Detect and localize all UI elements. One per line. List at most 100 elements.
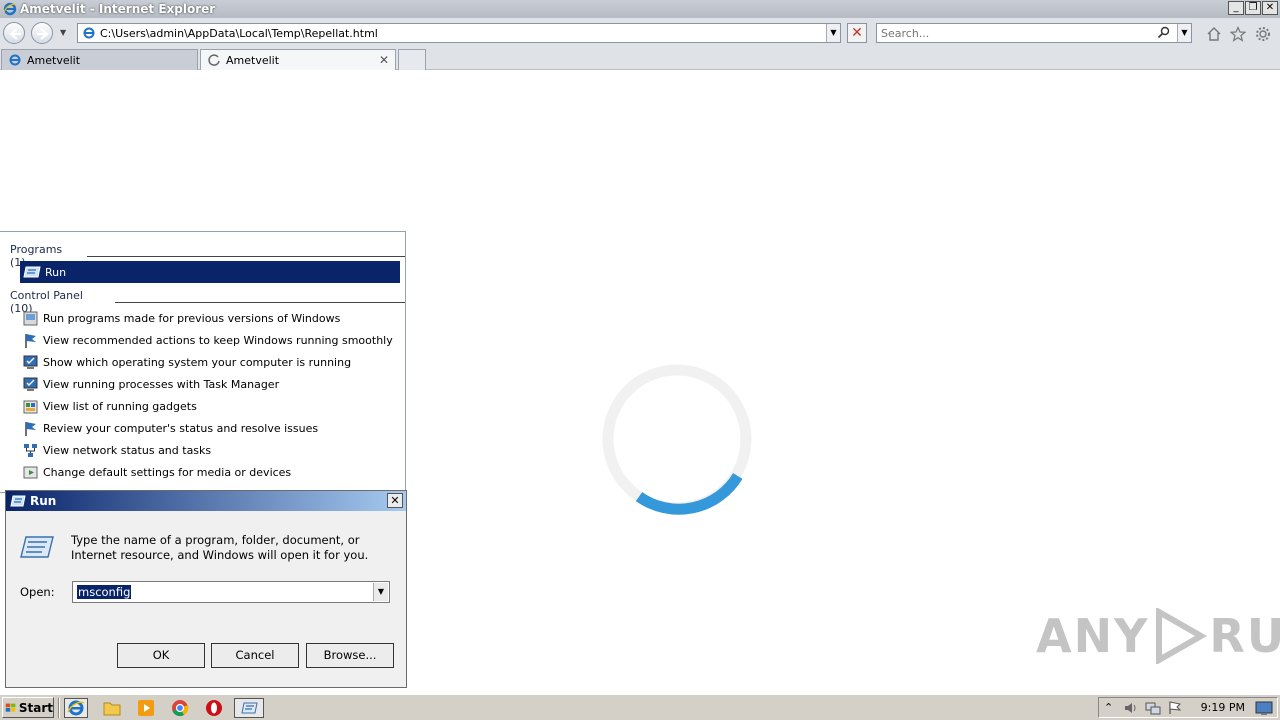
action-center-flag-icon bbox=[25, 333, 36, 348]
internet-explorer-icon bbox=[67, 700, 85, 716]
system-icon bbox=[23, 355, 38, 369]
watermark-text-right: RUN bbox=[1209, 609, 1280, 663]
control-panel-item[interactable]: View running processes with Task Manager bbox=[22, 374, 279, 394]
autoplay-icon bbox=[23, 466, 38, 478]
open-label: Open: bbox=[20, 585, 55, 599]
control-panel-item-label: View running processes with Task Manager bbox=[43, 377, 280, 391]
forward-arrow-icon bbox=[37, 28, 49, 40]
control-panel-item[interactable]: Show which operating system your compute… bbox=[22, 352, 351, 372]
control-panel-item[interactable]: Run programs made for previous versions … bbox=[22, 308, 340, 328]
back-button[interactable] bbox=[3, 22, 25, 44]
search-dropdown-icon[interactable]: ▼ bbox=[1177, 24, 1191, 42]
watermark-text-left: ANY bbox=[1036, 609, 1150, 663]
open-combobox[interactable]: msconfig ▼ bbox=[72, 581, 390, 603]
run-dialog: Run ✕ Type the name of a program, folder… bbox=[5, 490, 407, 688]
search-icon[interactable] bbox=[1157, 26, 1171, 40]
home-icon[interactable] bbox=[1206, 26, 1222, 42]
taskbar: Start ⌃ 9:19 PM bbox=[0, 694, 1280, 720]
favorites-star-icon[interactable] bbox=[1230, 26, 1246, 42]
control-panel-item-label: Change default settings for media or dev… bbox=[43, 465, 292, 479]
network-tray-icon[interactable] bbox=[1145, 701, 1161, 715]
control-panel-item-label: Review your computer's status and resolv… bbox=[43, 421, 319, 435]
browse-button[interactable]: Browse... bbox=[306, 643, 394, 668]
taskbar-chrome[interactable] bbox=[168, 698, 192, 718]
run-dialog-title: Run bbox=[30, 494, 57, 508]
tab-bar: Ametvelit Ametvelit ✕ bbox=[0, 48, 1280, 70]
program-item-label: Run bbox=[45, 265, 67, 279]
run-dialog-close-button[interactable]: ✕ bbox=[387, 493, 403, 508]
taskbar-internet-explorer[interactable] bbox=[64, 698, 88, 718]
control-panel-item-label: View recommended actions to keep Windows… bbox=[43, 333, 393, 347]
divider bbox=[58, 698, 60, 718]
play-logo-icon bbox=[1156, 608, 1208, 664]
restore-button[interactable]: ❐ bbox=[1245, 1, 1261, 15]
run-icon bbox=[23, 266, 41, 278]
window-controls: _ ❐ ✕ bbox=[1228, 1, 1278, 15]
action-center-flag-icon[interactable] bbox=[1167, 701, 1183, 715]
system-icon bbox=[23, 377, 38, 391]
search-box[interactable]: ▼ bbox=[876, 23, 1192, 43]
start-label: Start bbox=[18, 700, 53, 715]
control-panel-item[interactable]: Review your computer's status and resolv… bbox=[22, 418, 318, 438]
control-panel-item[interactable]: View network status and tasks bbox=[22, 440, 211, 460]
ok-button[interactable]: OK bbox=[117, 643, 205, 668]
address-url: C:\Users\admin\AppData\Local\Temp\Repell… bbox=[100, 26, 378, 40]
opera-icon bbox=[206, 700, 222, 716]
cancel-button[interactable]: Cancel bbox=[211, 643, 299, 668]
loading-icon bbox=[208, 54, 220, 66]
taskbar-explorer[interactable] bbox=[100, 698, 124, 718]
internet-explorer-icon bbox=[3, 2, 17, 16]
address-dropdown-icon[interactable]: ▼ bbox=[826, 24, 840, 42]
address-bar[interactable]: C:\Users\admin\AppData\Local\Temp\Repell… bbox=[77, 23, 841, 43]
run-dialog-titlebar: Run bbox=[6, 491, 406, 511]
divider bbox=[114, 301, 405, 303]
tab-ie-icon bbox=[9, 54, 21, 66]
anyrun-watermark: ANY RUN bbox=[1036, 608, 1280, 664]
page-ie-icon bbox=[83, 27, 95, 39]
tab-ametvelit-1[interactable]: Ametvelit bbox=[1, 49, 198, 70]
control-panel-item[interactable]: View list of running gadgets bbox=[22, 396, 197, 416]
run-icon bbox=[10, 495, 26, 507]
window-titlebar: Ametvelit - Internet Explorer _ ❐ ✕ bbox=[0, 0, 1280, 18]
volume-icon[interactable] bbox=[1123, 701, 1139, 715]
clock[interactable]: 9:19 PM bbox=[1201, 701, 1245, 714]
taskbar-run[interactable] bbox=[234, 698, 264, 718]
run-large-icon bbox=[20, 536, 54, 558]
chevron-down-icon[interactable]: ▼ bbox=[373, 583, 388, 601]
tab-close-icon[interactable]: ✕ bbox=[379, 53, 389, 67]
minimize-button[interactable]: _ bbox=[1228, 1, 1244, 15]
folder-icon bbox=[103, 702, 121, 716]
back-arrow-icon bbox=[9, 28, 21, 40]
close-window-button[interactable]: ✕ bbox=[1262, 1, 1278, 15]
tab-label: Ametvelit bbox=[27, 53, 81, 67]
taskbar-opera[interactable] bbox=[202, 698, 226, 718]
control-panel-item-label: View network status and tasks bbox=[43, 443, 212, 457]
stop-button[interactable]: ✕ bbox=[847, 23, 867, 43]
new-tab-button[interactable] bbox=[398, 49, 426, 70]
taskbar-media-player[interactable] bbox=[134, 698, 158, 718]
tab-label: Ametvelit bbox=[226, 53, 280, 67]
show-desktop-icon[interactable] bbox=[1255, 701, 1273, 716]
tab-ametvelit-2[interactable]: Ametvelit ✕ bbox=[200, 49, 396, 70]
window-title: Ametvelit - Internet Explorer bbox=[20, 2, 216, 16]
control-panel-item[interactable]: Change default settings for media or dev… bbox=[22, 462, 291, 482]
recent-pages-dropdown[interactable]: ▼ bbox=[60, 28, 66, 37]
tools-gear-icon[interactable] bbox=[1255, 26, 1271, 42]
search-input[interactable] bbox=[877, 24, 1147, 42]
control-panel-item-label: Run programs made for previous versions … bbox=[43, 311, 341, 325]
control-panel-item-label: Show which operating system your compute… bbox=[43, 355, 352, 369]
control-panel-item[interactable]: View recommended actions to keep Windows… bbox=[22, 330, 393, 350]
compatibility-icon bbox=[23, 311, 38, 325]
control-panel-item-label: View list of running gadgets bbox=[43, 399, 197, 413]
start-menu-search-results: Programs (1) Run Control Panel (10) Run … bbox=[0, 231, 406, 493]
divider bbox=[87, 255, 405, 257]
forward-button[interactable] bbox=[31, 22, 53, 44]
chrome-icon bbox=[172, 700, 189, 717]
start-button[interactable]: Start bbox=[2, 697, 54, 718]
open-input-value[interactable]: msconfig bbox=[77, 585, 132, 599]
navigation-bar: ▼ C:\Users\admin\AppData\Local\Temp\Repe… bbox=[0, 18, 1280, 48]
show-hidden-icons-icon[interactable]: ⌃ bbox=[1104, 701, 1113, 714]
windows-logo-icon bbox=[5, 703, 16, 712]
program-item-run[interactable]: Run bbox=[20, 261, 400, 283]
loading-spinner bbox=[602, 364, 752, 515]
